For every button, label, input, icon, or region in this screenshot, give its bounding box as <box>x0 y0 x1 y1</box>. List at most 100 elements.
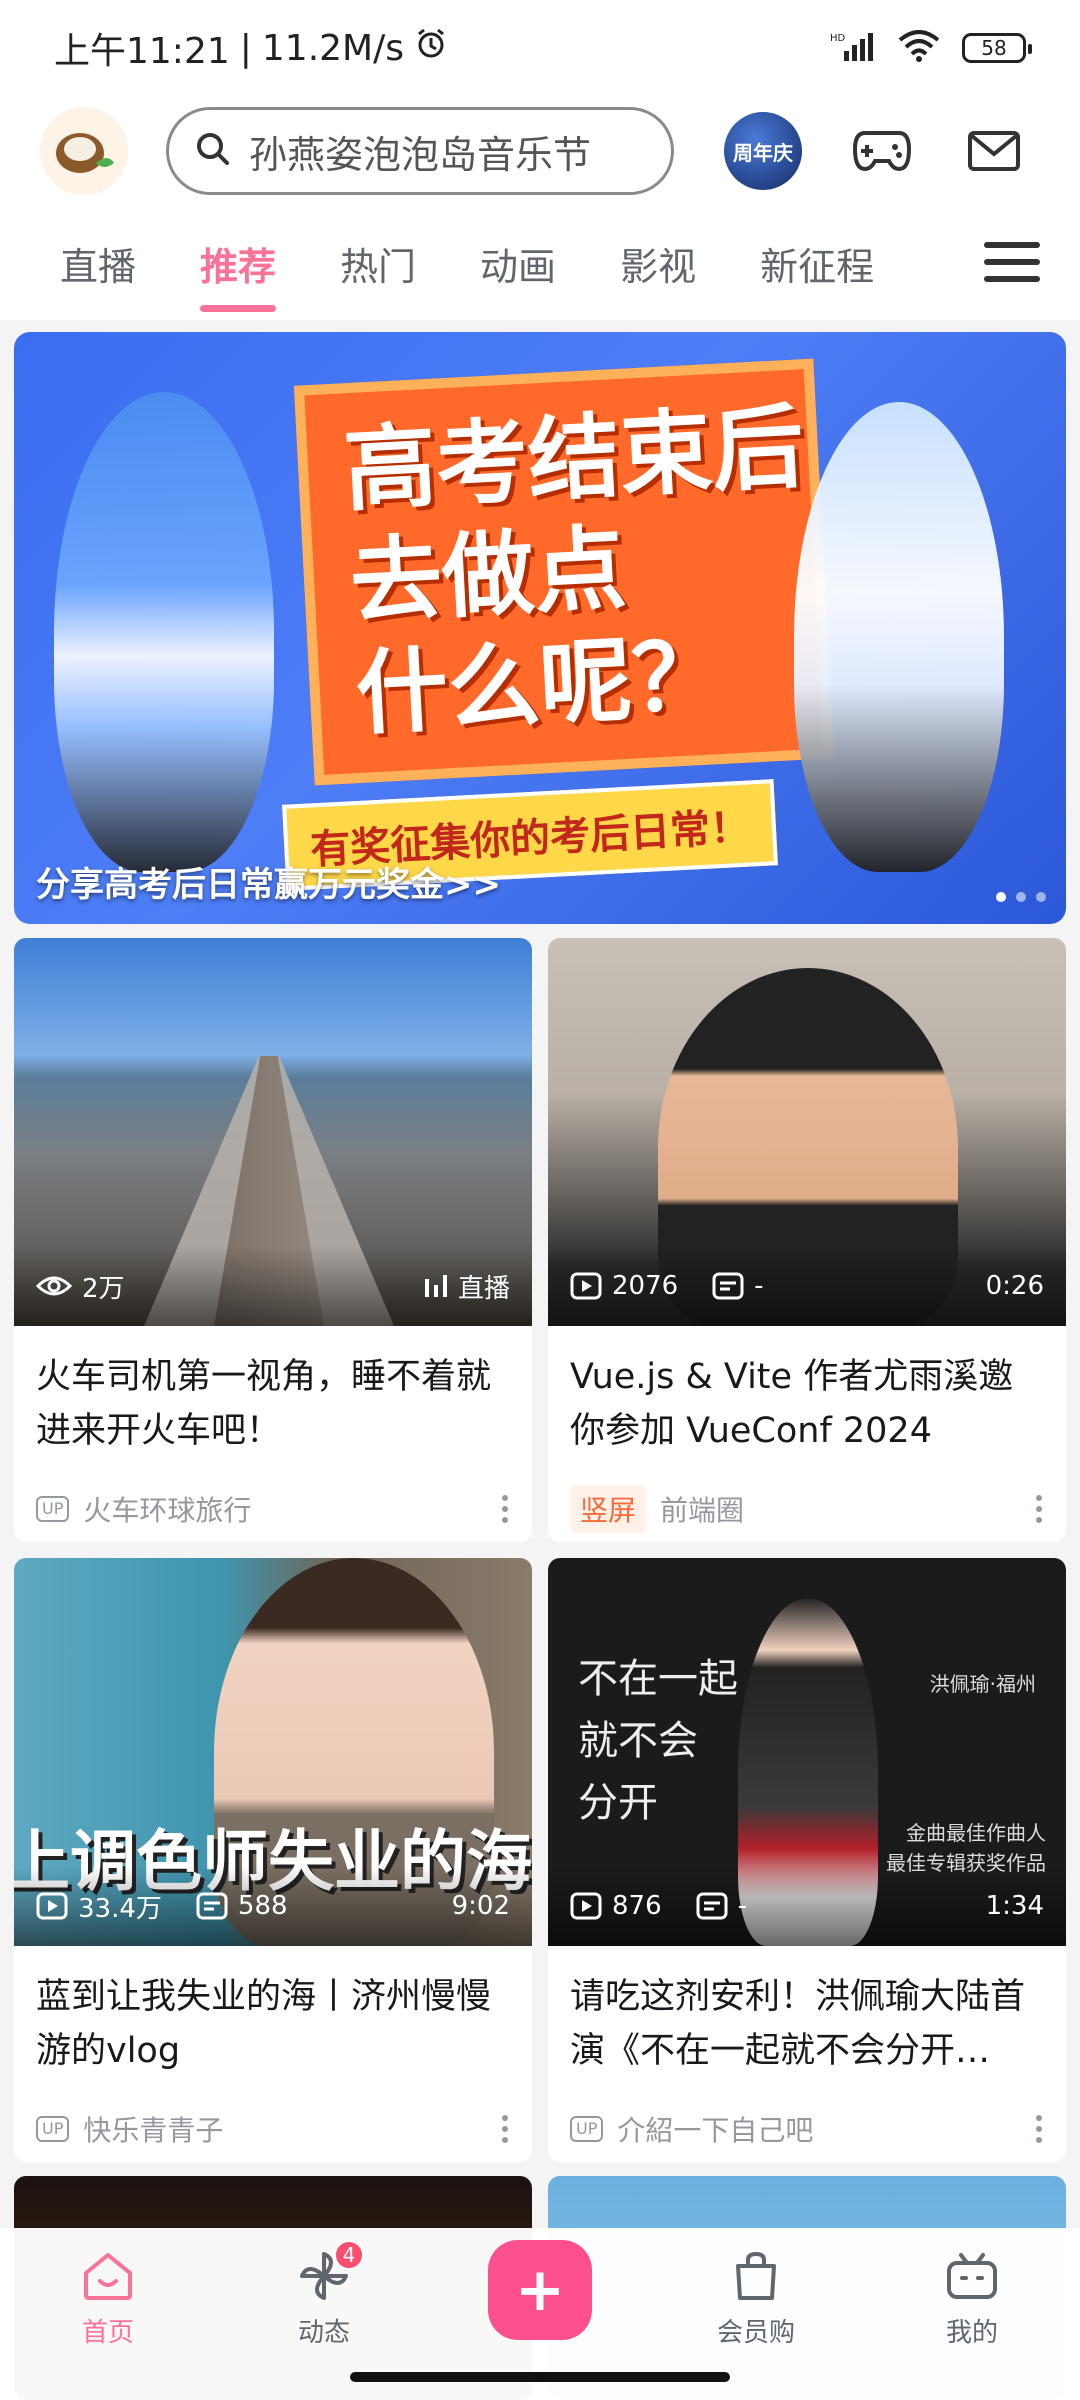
search-placeholder: 孙燕姿泡泡岛音乐节 <box>249 132 592 177</box>
user-avatar[interactable] <box>40 107 128 195</box>
status-left: 上午11:21 | 11.2M/s <box>54 22 448 74</box>
wifi-icon <box>898 30 940 66</box>
video-title: 火车司机第一视角，睡不着就进来开火车吧！ <box>36 1357 492 1451</box>
uploader-row: UP 火车环球旅行 <box>14 1478 532 1534</box>
video-meta: 33.4万 588 9:02 <box>14 1866 532 1946</box>
shopping-bag-icon <box>726 2246 786 2306</box>
video-card[interactable]: 上调色师失业的海 33.4万 588 9:02 蓝到让我失业的海丨济州慢慢游的v… <box>14 1558 532 2162</box>
danmaku-count-value: - <box>754 1271 764 1301</box>
vertical-tag: 竖屏 <box>570 1485 647 1533</box>
play-count-value: 33.4万 <box>78 1893 162 1924</box>
carousel-dot <box>996 892 1006 902</box>
uploader-row: 竖屏 前端圈 <box>548 1478 1066 1534</box>
nav-dynamic[interactable]: 4 动态 <box>264 2240 384 2349</box>
nav-home-label: 首页 <box>81 2318 134 2348</box>
live-label: 直播 <box>457 1273 510 1304</box>
uploader-name[interactable]: 快乐青青子 <box>83 2109 223 2149</box>
up-badge: UP <box>36 1496 70 1522</box>
more-options-icon[interactable] <box>1036 2115 1044 2143</box>
tab-hot[interactable]: 热门 <box>340 206 416 320</box>
danmaku-count: - <box>696 1891 747 1921</box>
uploader-name[interactable]: 介紹一下自己吧 <box>617 2109 813 2149</box>
danmaku-icon <box>696 1892 728 1920</box>
handwriting-line-3: 分开 <box>578 1780 658 1826</box>
nav-dynamic-label: 动态 <box>297 2318 350 2348</box>
banner-character-left <box>54 392 274 872</box>
more-options-icon[interactable] <box>502 2115 510 2143</box>
anniversary-label: 周年庆 <box>733 140 793 165</box>
notification-badge: 4 <box>334 2240 364 2270</box>
live-bars-icon <box>424 1275 447 1297</box>
tab-film[interactable]: 影视 <box>620 206 696 320</box>
nav-mine-label: 我的 <box>945 2318 998 2348</box>
gesture-home-bar[interactable] <box>350 2372 730 2382</box>
danmaku-count-value: 588 <box>237 1891 288 1921</box>
video-title: Vue.js & Vite 作者尤雨溪邀你参加 VueConf 2024 <box>570 1357 1014 1451</box>
video-meta: 2076 - 0:26 <box>548 1246 1066 1326</box>
status-speed: 11.2M/s <box>261 27 404 69</box>
uploader-name[interactable]: 前端圈 <box>660 1489 744 1529</box>
video-meta: 2万 直播 <box>14 1246 532 1326</box>
play-count: 876 <box>570 1891 662 1921</box>
play-icon <box>36 1892 68 1920</box>
uploader-row: UP 快乐青青子 <box>14 2098 532 2154</box>
nav-mine[interactable]: 我的 <box>912 2246 1032 2349</box>
video-card[interactable]: 2076 - 0:26 Vue.js & Vite 作者尤雨溪邀你参加 VueC… <box>548 938 1066 1542</box>
more-options-icon[interactable] <box>1036 1495 1044 1523</box>
video-card[interactable]: 2万 直播 火车司机第一视角，睡不着就进来开火车吧！ UP 火车环球旅行 <box>14 938 532 1542</box>
tab-live[interactable]: 直播 <box>60 206 136 320</box>
banner-caption: 分享高考后日常赢万元奖金>> <box>36 865 501 905</box>
uploader-row: UP 介紹一下自己吧 <box>548 2098 1066 2154</box>
top-header: 孙燕姿泡泡岛音乐节 周年庆 <box>0 96 1080 206</box>
alarm-icon <box>414 27 448 70</box>
tab-recommend[interactable]: 推荐 <box>200 206 277 320</box>
battery-indicator: 58 <box>962 33 1032 63</box>
danmaku-icon <box>196 1892 228 1920</box>
video-card[interactable]: 不在一起 就不会 分开 洪佩瑜·福州 金曲最佳作曲人 最佳专辑获奖作品 876 … <box>548 1558 1066 2162</box>
video-title: 请吃这剂安利！洪佩瑜大陆首演《不在一起就不会分开… <box>570 1977 1026 2071</box>
danmaku-count: - <box>712 1271 764 1301</box>
tab-new-journey[interactable]: 新征程 <box>760 206 874 320</box>
duration: 0:26 <box>985 1271 1044 1301</box>
uploader-name[interactable]: 火车环球旅行 <box>83 1489 251 1529</box>
home-icon <box>78 2246 138 2306</box>
menu-icon[interactable] <box>984 236 1040 288</box>
carousel-dots <box>996 892 1046 902</box>
promo-banner[interactable]: 高考结束后 去做点 什么呢？ 有奖征集你的考后日常！ 分享高考后日常赢万元奖金>… <box>14 332 1066 924</box>
play-count-value: 876 <box>612 1891 662 1921</box>
video-thumbnail: 上调色师失业的海 33.4万 588 9:02 <box>14 1558 532 1946</box>
banner-headline-1: 高考结束后 <box>341 393 807 525</box>
up-badge: UP <box>36 2116 70 2142</box>
pinwheel-icon: 4 <box>294 2240 364 2306</box>
search-bar[interactable]: 孙燕姿泡泡岛音乐节 <box>166 107 674 195</box>
status-divider: | <box>239 27 252 69</box>
video-thumbnail: 2万 直播 <box>14 938 532 1326</box>
tab-anime[interactable]: 动画 <box>480 206 556 320</box>
duration: 9:02 <box>451 1891 510 1921</box>
handwriting-line-1: 不在一起 <box>578 1656 738 1702</box>
status-bar: 上午11:21 | 11.2M/s HD 58 <box>0 0 1080 96</box>
thumb-caption-right: 洪佩瑜·福州 <box>929 1672 1036 1696</box>
video-title: 蓝到让我失业的海丨济州慢慢游的vlog <box>36 1977 492 2071</box>
video-meta: 876 - 1:34 <box>548 1866 1066 1946</box>
tv-icon <box>942 2246 1002 2306</box>
banner-character-right <box>794 402 1004 872</box>
anniversary-badge[interactable]: 周年庆 <box>724 112 802 190</box>
nav-member-shop[interactable]: 会员购 <box>696 2246 816 2349</box>
eye-icon <box>36 1276 72 1296</box>
banner-headline-3: 什么呢？ <box>353 621 727 748</box>
mail-icon[interactable] <box>962 119 1026 183</box>
view-count-value: 2万 <box>82 1273 125 1304</box>
play-icon <box>570 1272 602 1300</box>
banner-headline-2: 去做点 <box>347 514 629 637</box>
more-options-icon[interactable] <box>502 1495 510 1523</box>
publish-button[interactable]: + <box>488 2240 592 2340</box>
award-line-1: 金曲最佳作曲人 <box>906 1821 1046 1845</box>
danmaku-count-value: - <box>737 1891 748 1921</box>
carousel-dot <box>1016 892 1026 902</box>
network-label: HD <box>830 33 846 44</box>
nav-home[interactable]: 首页 <box>48 2246 168 2349</box>
signal-icon: HD <box>830 31 876 65</box>
status-right: HD 58 <box>830 30 1032 66</box>
game-controller-icon[interactable] <box>850 119 914 183</box>
